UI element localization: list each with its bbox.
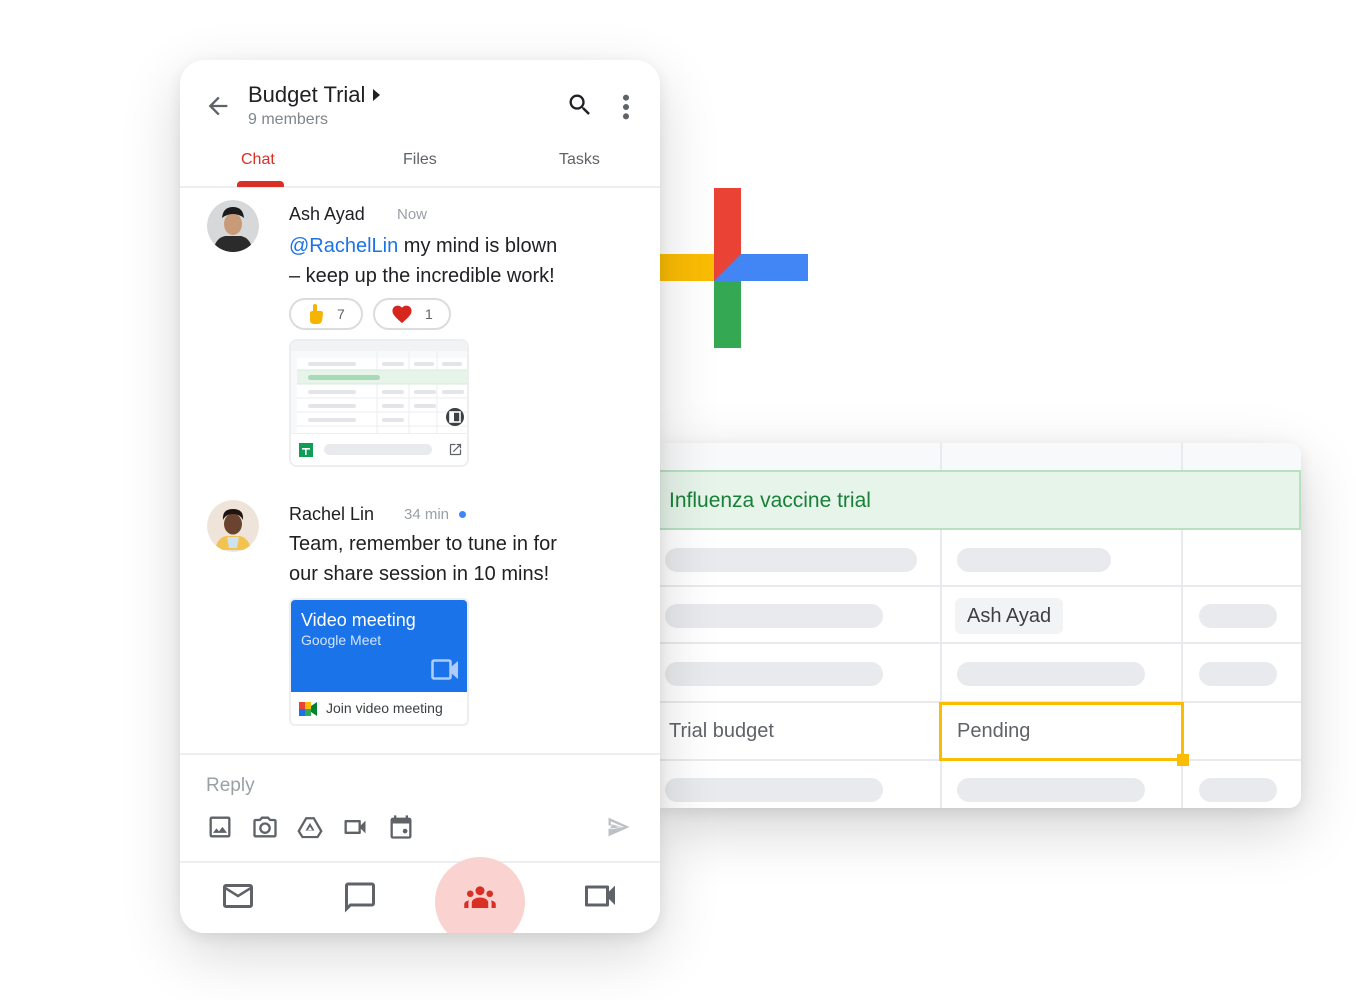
sheets-attachment[interactable] — [289, 339, 469, 467]
sheet-title-row[interactable]: Influenza vaccine trial — [660, 470, 1301, 530]
placeholder-cell — [957, 548, 1111, 572]
pointing-up-emoji-icon — [310, 304, 323, 324]
meeting-title: Video meeting — [301, 610, 416, 630]
reaction-count: 1 — [425, 306, 433, 322]
avatar-ash-ayad[interactable] — [207, 200, 259, 252]
message-time-text: Now — [397, 206, 428, 223]
open-in-new-icon[interactable] — [448, 442, 463, 457]
tab-bar: Chat Files Tasks — [180, 148, 660, 188]
message-timestamp: Now — [397, 206, 427, 223]
caret-right-icon — [373, 89, 381, 101]
camera-icon[interactable] — [251, 813, 279, 841]
reply-composer — [180, 753, 660, 861]
message-text: our share session in 10 mins! — [289, 563, 550, 585]
video-icon[interactable] — [582, 863, 618, 933]
video-meeting-card[interactable]: Video meeting Google Meet Join video mee… — [289, 598, 469, 726]
member-count: 9 members — [248, 111, 329, 128]
status-cell-value: Pending — [957, 720, 1031, 742]
logo-green-bar — [714, 281, 741, 348]
message-timestamp: 34 min — [404, 506, 467, 523]
message-text: my mind is blown — [398, 235, 558, 257]
sheets-icon — [299, 443, 313, 457]
unread-indicator — [459, 511, 467, 518]
arrow-left-icon[interactable] — [204, 92, 232, 120]
fill-handle[interactable] — [1177, 754, 1189, 766]
google-plus-logo — [660, 188, 808, 348]
more-vert-icon[interactable] — [620, 93, 632, 121]
chat-icon[interactable] — [342, 863, 378, 933]
spreadsheet-preview: Influenza vaccine trial Ash Ayad Trial b… — [660, 443, 1301, 808]
search-icon[interactable] — [566, 91, 594, 119]
assignee-chip[interactable]: Ash Ayad — [955, 598, 1064, 634]
image-icon[interactable] — [206, 813, 234, 841]
drive-icon[interactable] — [296, 813, 324, 841]
calendar-icon[interactable] — [387, 813, 415, 841]
tab-tasks[interactable]: Tasks — [559, 151, 600, 169]
message-author[interactable]: Rachel Lin — [289, 504, 374, 525]
room-title-text: Budget Trial — [248, 82, 366, 107]
placeholder-cell — [665, 548, 917, 572]
reply-input[interactable] — [206, 771, 606, 801]
logo-yellow-bar — [660, 254, 715, 281]
sheet-column-header-row — [660, 443, 1301, 470]
placeholder-cell — [665, 662, 883, 686]
tab-files[interactable]: Files — [403, 151, 437, 169]
attachment-footer — [291, 433, 467, 465]
people-icon[interactable] — [460, 863, 500, 933]
placeholder-cell — [665, 604, 883, 628]
reaction-heart[interactable]: 1 — [373, 298, 451, 330]
attachment-name-placeholder — [324, 444, 432, 455]
reaction-count: 7 — [337, 306, 345, 322]
bottom-navigation — [180, 857, 660, 933]
message-text: – keep up the incredible work! — [289, 265, 555, 287]
row-label-cell[interactable]: Trial budget — [669, 720, 774, 743]
tab-chat[interactable]: Chat — [241, 151, 275, 169]
video-camera-icon — [431, 659, 458, 680]
top-app-bar: Budget Trial 9 members Chat Files Tasks — [180, 60, 660, 188]
placeholder-cell — [665, 778, 883, 802]
sheets-preview-thumbnail — [291, 341, 467, 437]
chat-app-window: Budget Trial 9 members Chat Files Tasks … — [180, 60, 660, 933]
row-divider — [660, 585, 1301, 587]
message-time-text: 34 min — [404, 506, 450, 523]
google-meet-icon — [299, 702, 317, 716]
placeholder-cell — [957, 662, 1145, 686]
avatar-rachel-lin[interactable] — [207, 500, 259, 552]
meeting-card-header: Video meeting Google Meet — [291, 600, 467, 692]
placeholder-cell — [1199, 778, 1277, 802]
placeholder-cell — [1199, 662, 1277, 686]
message-body: @RachelLin my mind is blown – keep up th… — [289, 231, 589, 291]
placeholder-cell — [957, 778, 1145, 802]
message-author[interactable]: Ash Ayad — [289, 204, 365, 225]
sheet-title: Influenza vaccine trial — [669, 489, 871, 512]
mention-link[interactable]: @RachelLin — [289, 235, 398, 257]
meeting-subtitle: Google Meet — [301, 632, 382, 648]
send-icon[interactable] — [605, 813, 633, 841]
room-title[interactable]: Budget Trial — [248, 82, 381, 108]
row-divider — [660, 642, 1301, 644]
message-text: Team, remember to tune in for — [289, 533, 557, 555]
message-body: Team, remember to tune in for our share … — [289, 529, 589, 589]
video-icon[interactable] — [341, 813, 369, 841]
reaction-pointing-up[interactable]: 7 — [289, 298, 363, 330]
heart-emoji-icon — [392, 305, 412, 324]
mail-icon[interactable] — [220, 863, 256, 933]
active-tab-indicator — [237, 181, 284, 187]
join-meeting-link[interactable]: Join video meeting — [326, 700, 443, 716]
placeholder-cell — [1199, 604, 1277, 628]
